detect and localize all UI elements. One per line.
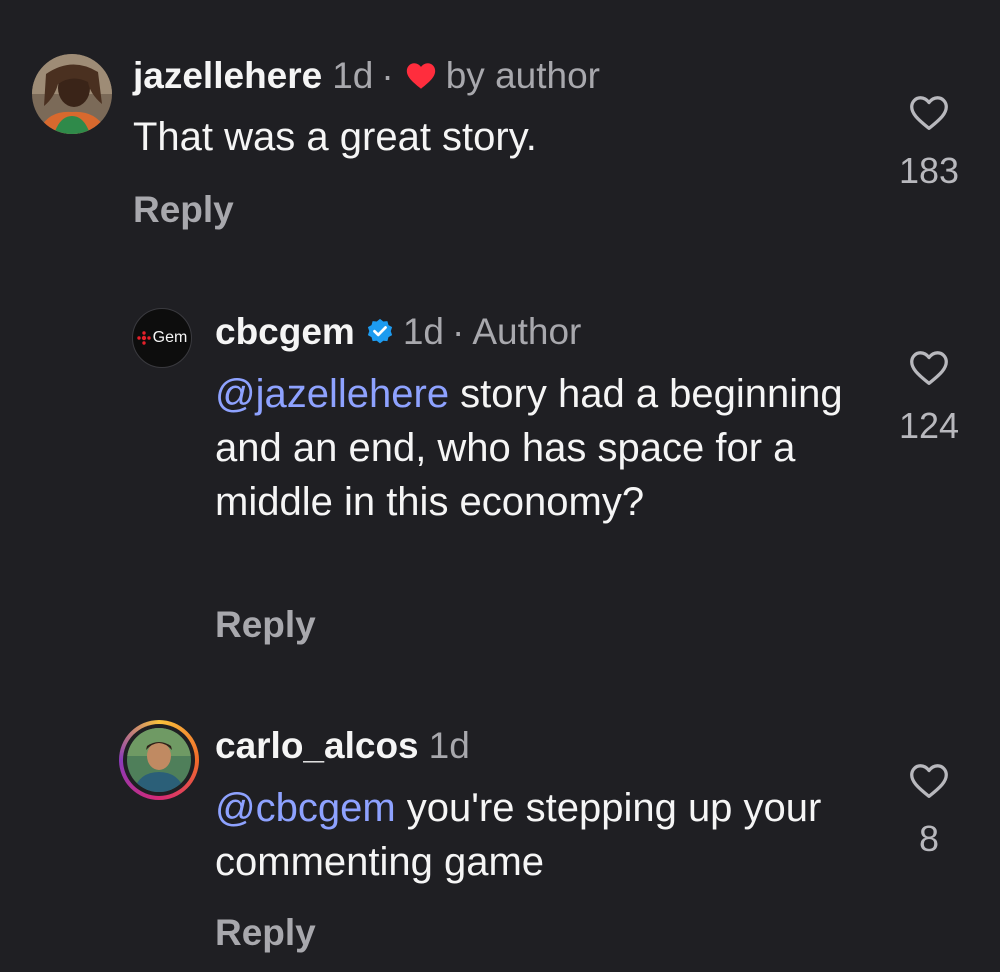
author-label: Author: [472, 311, 582, 352]
like-column: 8: [884, 760, 974, 860]
timestamp: 1d: [428, 725, 470, 766]
heart-icon: [404, 59, 438, 93]
comment-meta: jazellehere 1d · by author: [133, 54, 600, 98]
username[interactable]: jazellehere: [133, 54, 322, 98]
like-count: 124: [898, 405, 960, 446]
reply-button[interactable]: Reply: [215, 912, 316, 954]
mention-link[interactable]: @cbcgem: [215, 786, 396, 830]
username[interactable]: carlo_alcos: [215, 724, 419, 768]
like-heart-outline-icon[interactable]: [907, 760, 951, 800]
like-column: 124: [884, 347, 974, 447]
avatar-cbcgem[interactable]: Gem: [132, 308, 192, 368]
like-heart-outline-icon[interactable]: [907, 347, 951, 387]
comment-text: @jazellehere story had a beginning and a…: [215, 367, 855, 529]
comment-text: That was a great story.: [133, 110, 833, 164]
comment-text: @cbcgem you're stepping up your commenti…: [215, 781, 855, 889]
separator: ·: [381, 55, 394, 96]
like-column: 183: [884, 92, 974, 192]
like-count: 183: [898, 150, 960, 191]
username[interactable]: cbcgem: [215, 310, 355, 354]
timestamp: 1d: [332, 55, 374, 96]
cbc-logo-icon: [136, 331, 151, 345]
avatar-label: Gem: [152, 329, 188, 346]
like-count: 8: [918, 818, 940, 859]
like-heart-outline-icon[interactable]: [907, 92, 951, 132]
reply-button[interactable]: Reply: [215, 604, 316, 646]
avatar-jazellehere[interactable]: [32, 54, 112, 134]
mention-link[interactable]: @jazellehere: [215, 372, 449, 416]
timestamp: 1d: [402, 311, 444, 352]
avatar-carlo-alcos[interactable]: [119, 720, 199, 800]
comment-meta: cbcgem 1d · Author: [215, 310, 581, 354]
comment-body: That was a great story.: [133, 115, 537, 159]
separator: ·: [452, 311, 465, 352]
comment-meta: carlo_alcos 1d: [215, 724, 470, 768]
reply-button[interactable]: Reply: [133, 189, 234, 231]
verified-badge-icon: [365, 317, 395, 347]
liked-by-author-label: by author: [445, 55, 600, 96]
